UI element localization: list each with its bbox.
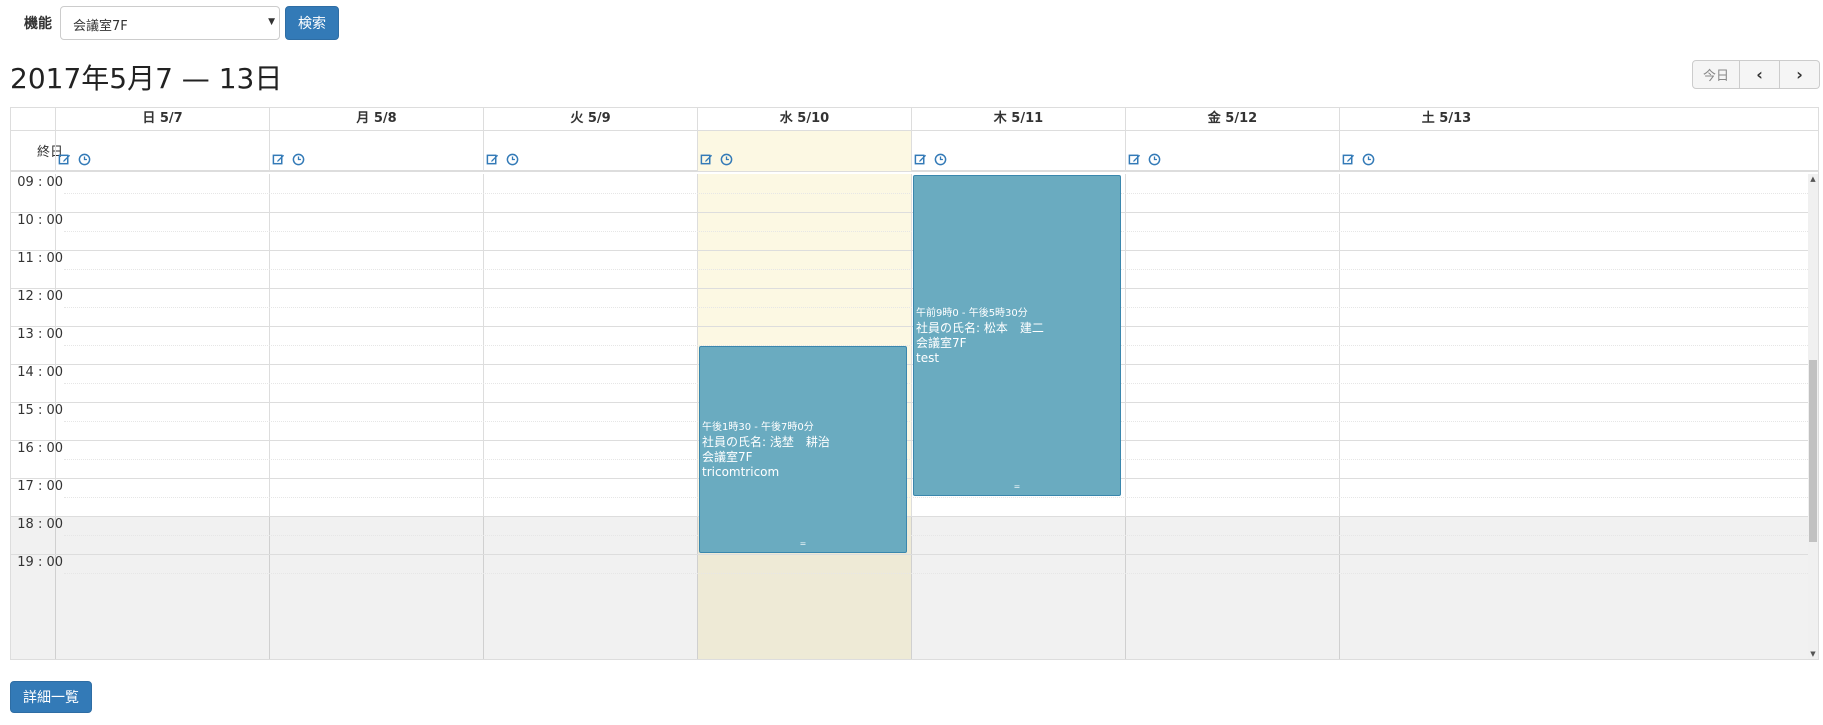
event-room: 会議室7F [702,449,753,464]
time-label: 09 : 00 [17,175,63,190]
edit-icon[interactable] [700,153,714,167]
edit-icon[interactable] [486,153,500,167]
clock-icon[interactable] [934,153,948,167]
scroll-up-icon[interactable]: ▲ [1808,175,1818,183]
clock-icon[interactable] [720,153,734,167]
day-header: 土 5/13 [1339,108,1553,130]
half-hour-line [64,573,1808,574]
allday-actions [914,153,948,167]
clock-icon[interactable] [1362,153,1376,167]
time-label: 16 : 00 [17,441,63,456]
calendar-event[interactable]: 午後1時30 - 午後7時0分 社員の氏名: 浅埜 耕治 会議室7F tricomtr… [699,346,907,553]
hour-line [11,516,1808,517]
today-button[interactable]: 今日 [1692,60,1740,89]
time-label: 10 : 00 [17,213,63,228]
edit-icon[interactable] [58,153,72,167]
allday-cell[interactable] [697,131,911,171]
hour-line [11,478,1808,479]
time-label: 18 : 00 [17,517,63,532]
hour-line [11,250,1808,251]
allday-actions [486,153,520,167]
time-label: 13 : 00 [17,327,63,342]
event-time: 午後1時30 - 午後7時0分 [702,421,814,433]
allday-cell[interactable] [1339,131,1553,171]
clock-icon[interactable] [506,153,520,167]
half-hour-line [64,535,1808,536]
event-time: 午前9時0 - 午後5時30分 [916,307,1028,319]
dropdown-arrow-icon: ▼ [268,17,275,27]
day-header: 月 5/8 [269,108,483,130]
page-title: 2017年5月7 — 13日 [10,62,283,95]
event-employee: 社員の氏名: 浅埜 耕治 [702,434,830,449]
detail-list-button[interactable]: 詳細一覧 [10,681,92,713]
resize-handle[interactable]: = [914,479,1120,494]
day-header: 金 5/12 [1125,108,1339,130]
allday-row: 終日 [11,130,1818,172]
search-bar: 機能 会議室7F ▼ 検索 [10,6,339,40]
next-week-button[interactable]: › [1780,60,1820,89]
scroll-down-icon[interactable]: ▼ [1808,650,1818,658]
event-note: test [916,350,940,365]
resize-handle[interactable]: = [700,536,906,551]
allday-actions [1128,153,1162,167]
clock-icon[interactable] [292,153,306,167]
chevron-right-icon: › [1796,65,1803,84]
allday-cell[interactable] [269,131,483,171]
function-select[interactable]: 会議室7F ▼ [60,6,280,40]
event-room: 会議室7F [916,335,967,350]
clock-icon[interactable] [78,153,92,167]
edit-icon[interactable] [272,153,286,167]
allday-cell[interactable] [911,131,1125,171]
hour-line [11,212,1808,213]
search-button[interactable]: 検索 [285,6,339,40]
allday-actions [1342,153,1376,167]
day-header: 日 5/7 [55,108,269,130]
time-label: 11 : 00 [17,251,63,266]
hour-line [11,288,1808,289]
day-header: 水 5/10 [697,108,911,130]
day-header: 木 5/11 [911,108,1125,130]
time-label: 17 : 00 [17,479,63,494]
edit-icon[interactable] [1128,153,1142,167]
allday-cell[interactable] [1125,131,1339,171]
calendar-scrollbar[interactable]: ▲ ▼ [1808,174,1818,659]
edit-icon[interactable] [1342,153,1356,167]
time-label: 19 : 00 [17,555,63,570]
function-select-value: 会議室7F [73,19,128,34]
edit-icon[interactable] [914,153,928,167]
allday-actions [58,153,92,167]
calendar-nav: 今日 ‹ › [1692,60,1820,89]
allday-cell[interactable] [483,131,697,171]
hour-line [11,402,1808,403]
off-hours-shade [11,516,1808,659]
half-hour-line [64,497,1808,498]
calendar-event[interactable]: 午前9時0 - 午後5時30分 社員の氏名: 松本 建二 会議室7F test = [913,175,1121,496]
time-label: 12 : 00 [17,289,63,304]
time-label: 14 : 00 [17,365,63,380]
hour-line [11,364,1808,365]
week-calendar: 日 5/7 月 5/8 火 5/9 水 5/10 木 5/11 金 5/12 土 5/13 … [10,107,1819,660]
allday-actions [272,153,306,167]
chevron-left-icon: ‹ [1756,65,1763,84]
function-label: 機能 [24,16,52,32]
event-employee: 社員の氏名: 松本 建二 [916,320,1044,335]
allday-actions [700,153,734,167]
allday-cell[interactable] [55,131,269,171]
scroll-thumb[interactable] [1809,360,1817,542]
hour-line [11,440,1808,441]
hour-line [11,554,1808,555]
day-header: 火 5/9 [483,108,697,130]
prev-week-button[interactable]: ‹ [1740,60,1780,89]
clock-icon[interactable] [1148,153,1162,167]
time-label: 15 : 00 [17,403,63,418]
hour-line [11,326,1808,327]
time-grid: 09 : 00 10 : 00 11 : 00 12 : 00 13 : 00 14 : … [11,174,1808,659]
event-note: tricomtricom [702,464,780,479]
